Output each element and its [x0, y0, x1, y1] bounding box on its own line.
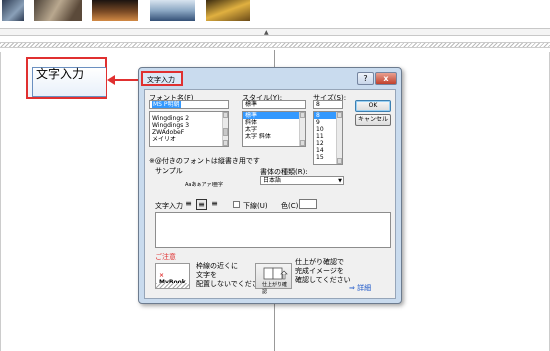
ok-button[interactable]: OK: [355, 100, 391, 112]
font-list[interactable]: Wingdings 2 Wingdings 3 ZWAdobeF メイリオ: [149, 111, 229, 147]
align-left-icon[interactable]: ≡: [183, 199, 194, 210]
style-list[interactable]: 標準 斜体 太字 太字 斜体: [242, 111, 306, 147]
font-list-item[interactable]: Wingdings 2: [150, 115, 228, 122]
photo-thumbnail[interactable]: [150, 0, 195, 21]
detail-link[interactable]: ⇒ 詳細: [349, 283, 371, 293]
page-left-edge: [0, 52, 1, 351]
style-field[interactable]: 標準: [242, 100, 306, 109]
font-list-scrollbar[interactable]: [222, 112, 228, 146]
help-button[interactable]: ?: [357, 72, 374, 85]
alignment-group: ≡ ≡ ≡: [183, 199, 223, 210]
finish-preview-button[interactable]: 仕上がり確認: [255, 263, 292, 295]
style-list-item[interactable]: 太字: [243, 126, 305, 133]
font-list-item[interactable]: メイリオ: [150, 136, 228, 143]
dialog-title-highlight: 文字入力: [141, 71, 183, 86]
chevron-down-icon: ▼: [338, 178, 342, 184]
finish-preview-label: 仕上がり確認: [262, 282, 288, 295]
script-value: 日本語: [263, 177, 282, 184]
photo-thumbnail[interactable]: [92, 0, 138, 21]
photo-thumbnail[interactable]: [34, 0, 82, 21]
panel-divider[interactable]: ▲: [0, 28, 550, 36]
style-list-item[interactable]: 標準: [243, 112, 305, 119]
font-name-value: MS P明朝: [152, 101, 181, 108]
collapse-arrow-icon[interactable]: ▲: [264, 29, 269, 36]
sample-label: サンプル: [155, 167, 183, 175]
align-center-icon[interactable]: ≡: [196, 199, 207, 210]
cancel-button[interactable]: キャンセル: [355, 114, 391, 126]
thumbnail-strip: [0, 0, 550, 22]
underline-label: 下線(U): [243, 202, 268, 210]
dialog-titlebar[interactable]: 文字入力 ? x: [139, 68, 401, 88]
notice-illustration: × MyBook: [155, 263, 190, 289]
callout-arrow-icon: [107, 75, 139, 85]
finish-text: 仕上がり確認で 完成イメージを 確認してください: [295, 258, 351, 284]
font-name-field[interactable]: MS P明朝: [149, 100, 229, 109]
close-button[interactable]: x: [375, 72, 397, 85]
page-top-margin: [0, 42, 550, 48]
vertical-font-note: ※@付きのフォントは縦書き用です: [149, 157, 260, 165]
underline-checkbox[interactable]: [233, 201, 240, 208]
photo-thumbnail[interactable]: [2, 0, 24, 21]
size-field[interactable]: 8: [313, 100, 343, 109]
font-list-item[interactable]: Wingdings 3: [150, 122, 228, 129]
notice-label: ご注意: [155, 253, 176, 261]
color-label: 色(C):: [281, 202, 301, 210]
size-list-scrollbar[interactable]: [336, 112, 342, 164]
book-preview-icon: [263, 267, 288, 280]
script-dropdown[interactable]: 日本語 ▼: [260, 176, 344, 185]
style-list-scrollbar[interactable]: [299, 112, 305, 146]
sample-preview: AaあぁアァⅠ亜字: [185, 182, 223, 188]
text-input-label: 文字入力: [155, 202, 183, 210]
text-input-dialog: 文字入力 ? x フォント名(F) MS P明朝 Wingdings 2 Win…: [138, 67, 402, 304]
text-input-button-label: 文字入力: [36, 67, 85, 81]
dialog-title: 文字入力: [147, 76, 175, 84]
font-list-item[interactable]: ZWAdobeF: [150, 129, 228, 136]
photo-thumbnail[interactable]: [206, 0, 250, 21]
size-list[interactable]: 8 9 10 11 12 14 15: [313, 111, 343, 165]
dialog-client-area: フォント名(F) MS P明朝 Wingdings 2 Wingdings 3 …: [144, 89, 396, 299]
text-input-button-highlighted[interactable]: 文字入力: [26, 57, 107, 99]
style-list-item[interactable]: 太字 斜体: [243, 133, 305, 140]
text-input-area[interactable]: [155, 212, 391, 248]
style-list-item[interactable]: 斜体: [243, 119, 305, 126]
align-right-icon[interactable]: ≡: [209, 199, 220, 210]
color-picker[interactable]: [299, 199, 317, 209]
